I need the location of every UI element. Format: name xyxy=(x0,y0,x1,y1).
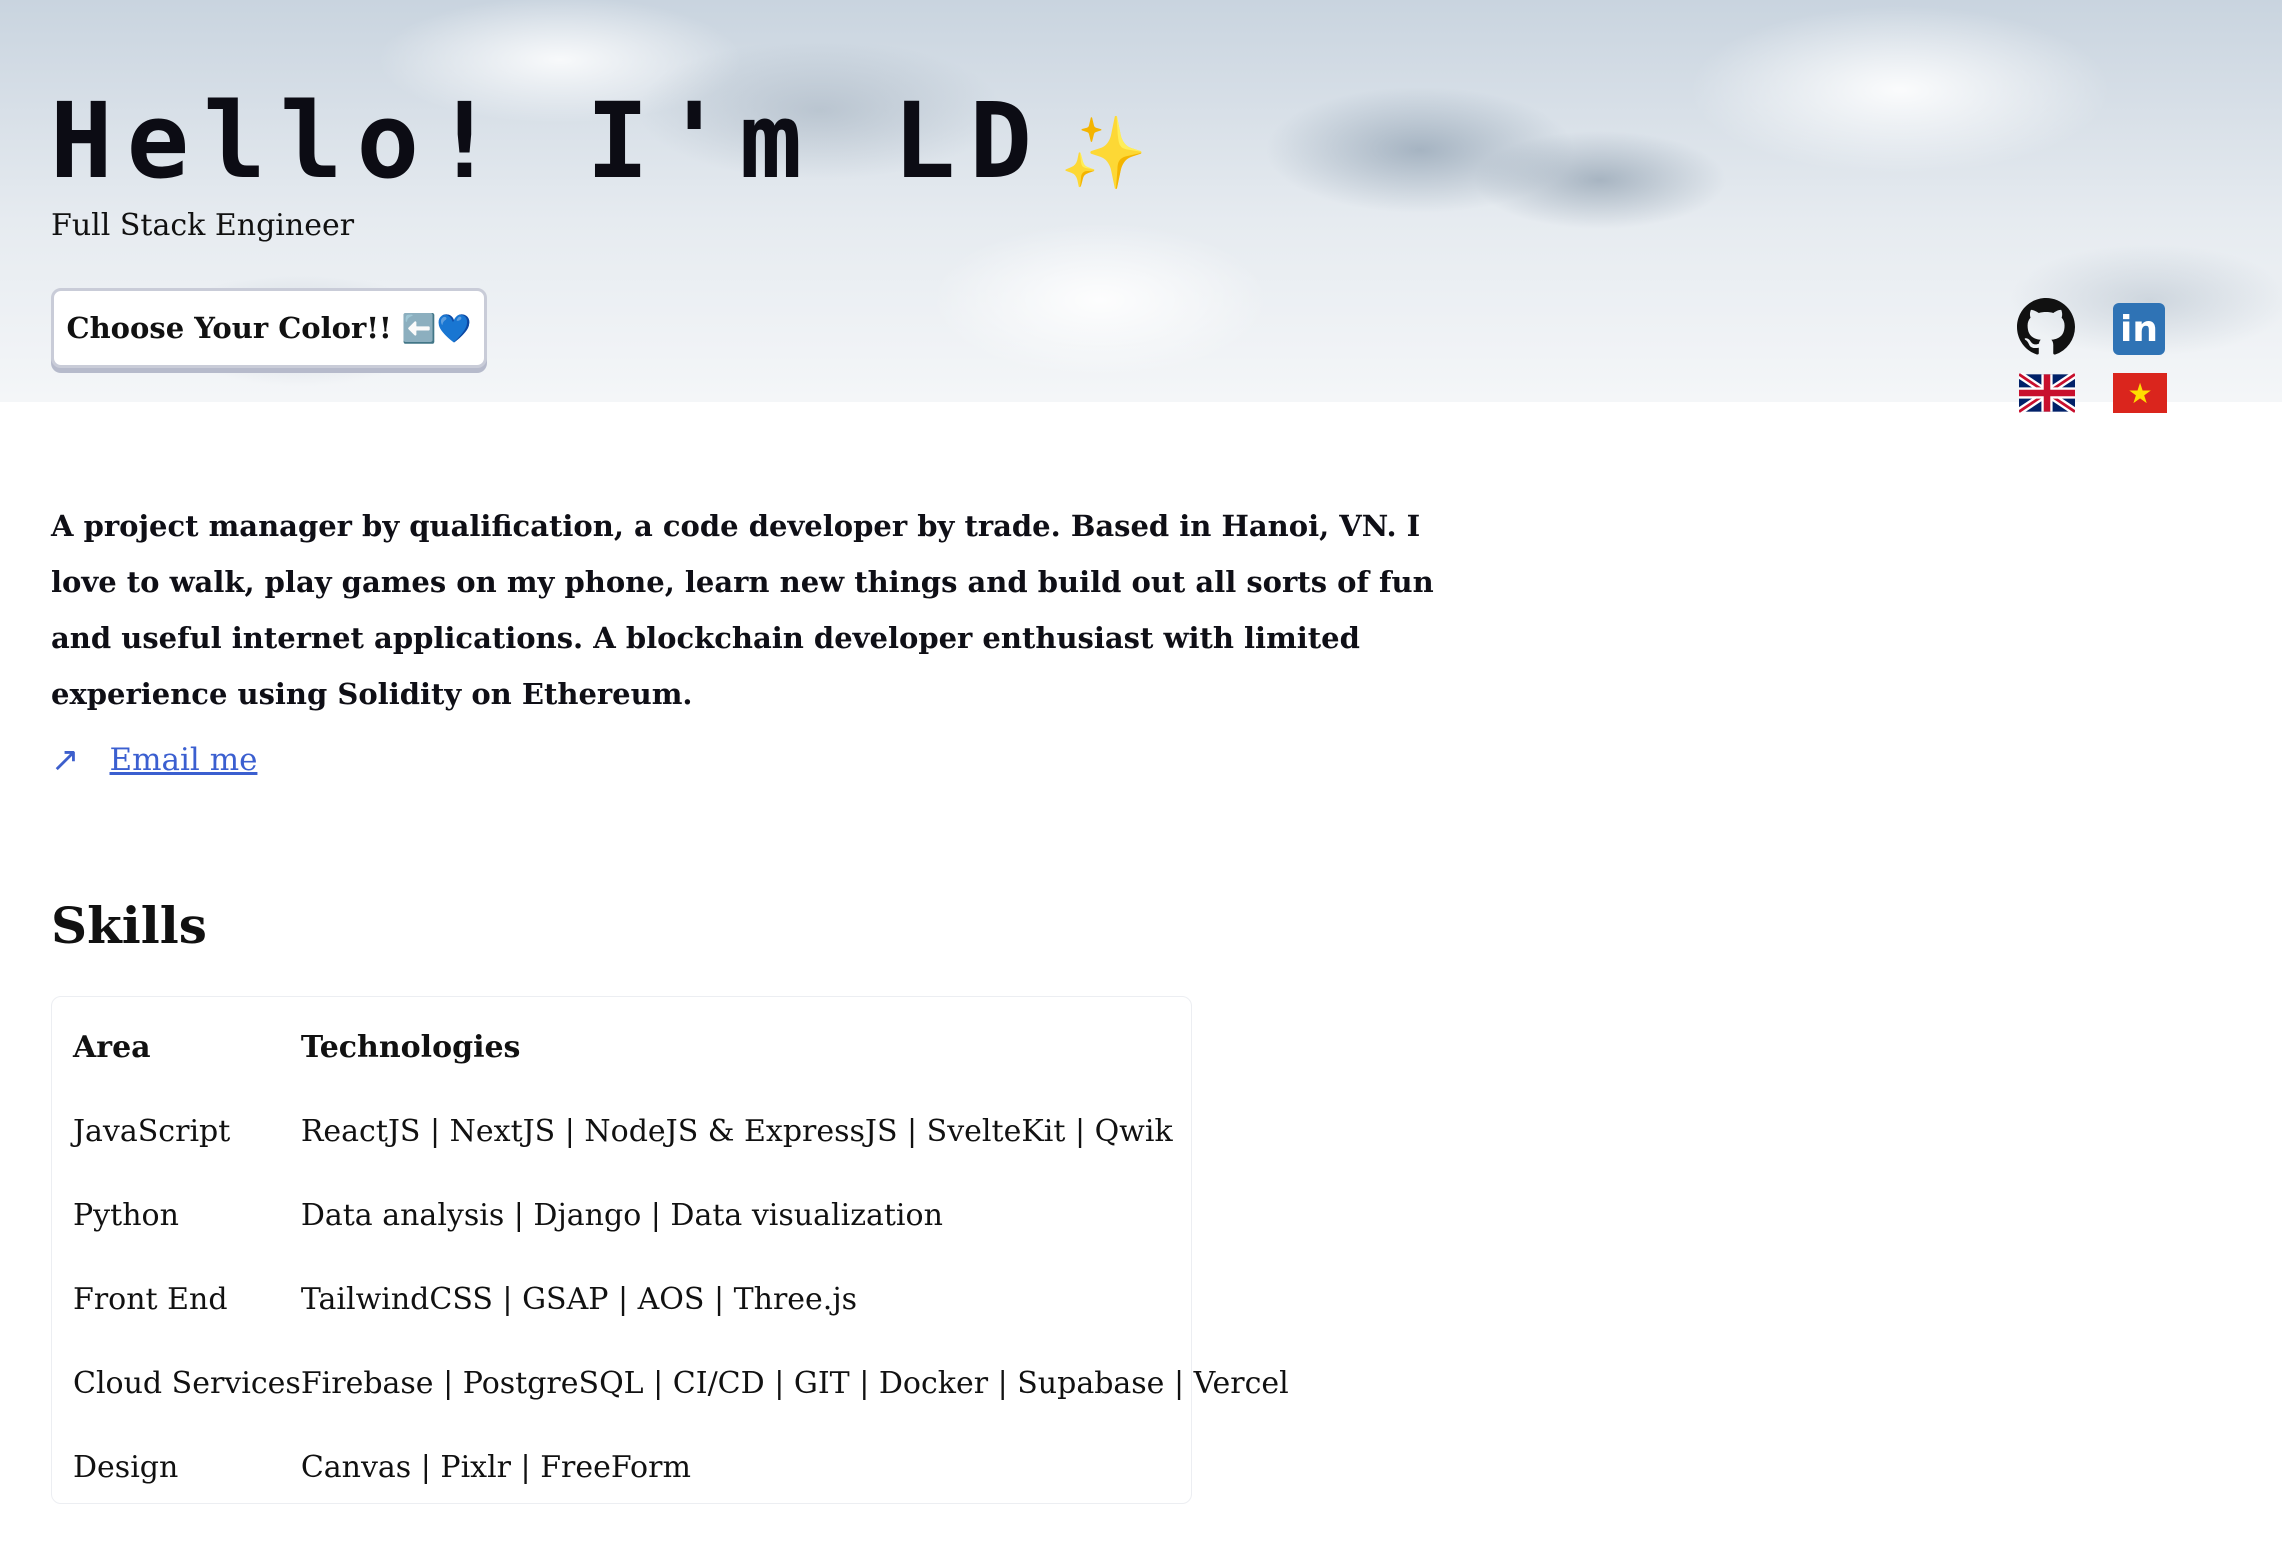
skill-area: Python xyxy=(73,1197,179,1233)
skill-technologies: Firebase | PostgreSQL | CI/CD | GIT | Do… xyxy=(300,1365,1289,1401)
linkedin-logo-text: in xyxy=(2120,308,2158,350)
email-row: ↗ Email me xyxy=(51,740,257,780)
page-title: Hello! I'm LD xyxy=(50,80,1046,202)
skill-technologies: Canvas | Pixlr | FreeForm xyxy=(300,1449,691,1485)
skill-technologies: ReactJS | NextJS | NodeJS & ExpressJS | … xyxy=(300,1113,1173,1149)
header-area: Area xyxy=(73,1029,151,1065)
skills-table: Area Technologies JavaScript ReactJS | N… xyxy=(73,1005,1289,1509)
skill-area: Cloud Services xyxy=(73,1365,301,1401)
table-row: Cloud Services Firebase | PostgreSQL | C… xyxy=(73,1341,1289,1425)
table-row: Design Canvas | Pixlr | FreeForm xyxy=(73,1425,1289,1509)
choose-color-label: Choose Your Color!! xyxy=(66,311,392,345)
header-technologies: Technologies xyxy=(300,1029,521,1065)
skill-area: Front End xyxy=(73,1281,228,1317)
skills-heading: Skills xyxy=(51,896,207,955)
vietnam-flag-icon[interactable]: ★ xyxy=(2113,373,2167,413)
uk-flag-icon[interactable] xyxy=(2019,373,2075,413)
table-header-row: Area Technologies xyxy=(73,1005,1289,1089)
skill-area: Design xyxy=(73,1449,179,1485)
skill-technologies: TailwindCSS | GSAP | AOS | Three.js xyxy=(300,1281,858,1317)
skill-area: JavaScript xyxy=(73,1113,231,1149)
sparkles-icon: ✨ xyxy=(1060,112,1148,194)
choose-color-button[interactable]: Choose Your Color!! ⬅️💙 xyxy=(51,288,487,368)
email-me-link[interactable]: Email me xyxy=(110,742,258,778)
arrow-heart-icon: ⬅️💙 xyxy=(401,311,472,345)
table-row: Python Data analysis | Django | Data vis… xyxy=(73,1173,1289,1257)
skills-card: Area Technologies JavaScript ReactJS | N… xyxy=(51,996,1289,1504)
intro-paragraph: A project manager by qualification, a co… xyxy=(51,509,1434,711)
linkedin-icon[interactable]: in xyxy=(2113,303,2165,355)
subtitle: Full Stack Engineer xyxy=(51,208,355,243)
table-row: Front End TailwindCSS | GSAP | AOS | Thr… xyxy=(73,1257,1289,1341)
external-link-arrow-icon: ↗ xyxy=(51,740,80,780)
github-icon[interactable] xyxy=(2017,298,2075,356)
skill-technologies: Data analysis | Django | Data visualizat… xyxy=(300,1197,943,1233)
table-row: JavaScript ReactJS | NextJS | NodeJS & E… xyxy=(73,1089,1289,1173)
vietnam-flag-star: ★ xyxy=(2127,376,2153,410)
hero-banner: Hello! I'm LD ✨ Full Stack Engineer Choo… xyxy=(0,0,2282,413)
